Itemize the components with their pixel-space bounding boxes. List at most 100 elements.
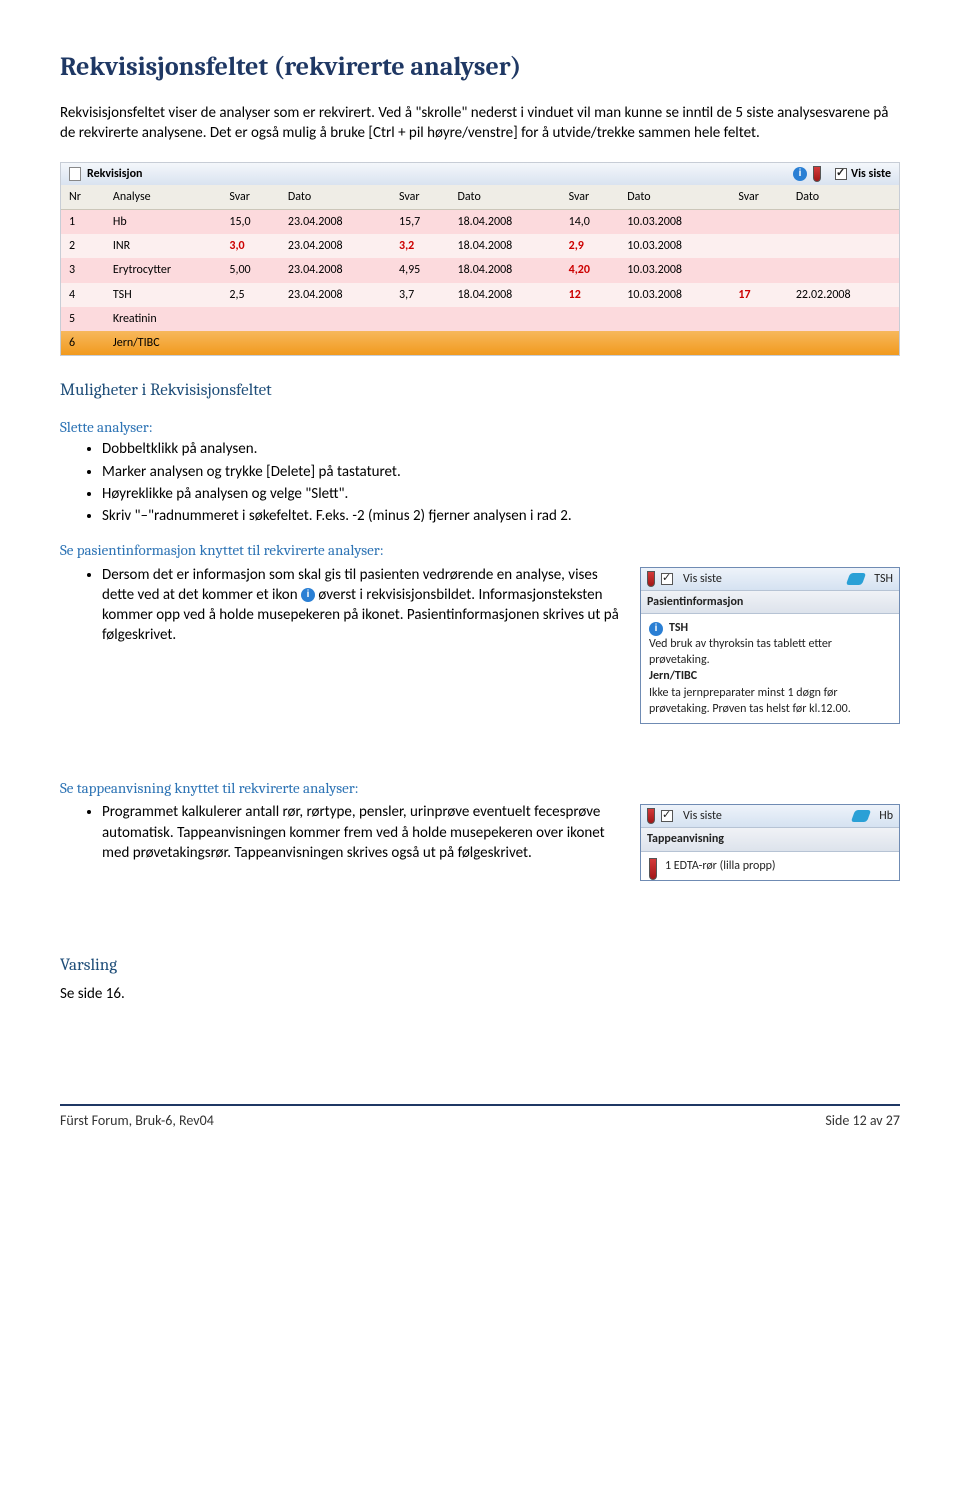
- muligheter-heading: Muligheter i Rekvisisjonsfeltet: [60, 380, 900, 403]
- rekvisisjon-table: NrAnalyseSvarDatoSvarDatoSvarDatoSvarDat…: [61, 185, 899, 355]
- table-cell: 15,0: [221, 209, 280, 234]
- vis-siste-checkbox[interactable]: [661, 810, 673, 822]
- table-cell: Jern/TIBC: [105, 331, 221, 355]
- callout-body-text: Ikke ta jernpreparater minst 1 døgn før …: [649, 686, 851, 716]
- table-row[interactable]: 4TSH2,523.04.20083,718.04.20081210.03.20…: [61, 283, 899, 307]
- table-cell: 18.04.2008: [450, 283, 561, 307]
- footer-left: Fürst Forum, Bruk-6, Rev04: [60, 1112, 214, 1131]
- table-row[interactable]: 2INR3,023.04.20083,218.04.20082,910.03.2…: [61, 234, 899, 258]
- table-cell: 15,7: [391, 209, 450, 234]
- callout-title: Tappeanvisning: [641, 828, 899, 851]
- intro-paragraph: Rekvisisjonsfeltet viser de analyser som…: [60, 103, 900, 144]
- table-cell: 18.04.2008: [450, 209, 561, 234]
- slette-list: Dobbeltklikk på analysen. Marker analysen…: [60, 439, 900, 526]
- table-cell: 5: [61, 307, 105, 331]
- table-cell: 12: [561, 283, 620, 307]
- table-cell: 3,2: [391, 234, 450, 258]
- footer-right: Side 12 av 27: [825, 1112, 900, 1131]
- tube-icon[interactable]: [813, 166, 821, 182]
- tube-icon: [647, 571, 655, 587]
- table-cell: Erytrocytter: [105, 258, 221, 282]
- info-icon: i: [649, 622, 663, 636]
- list-item: Programmet kalkulerer antall rør, rørtyp…: [102, 802, 624, 863]
- tappe-heading: Se tappeanvisning knyttet til rekvirerte…: [60, 778, 900, 798]
- vis-siste-label: Vis siste: [683, 571, 722, 587]
- list-item: Marker analysen og trykke [Delete] på ta…: [102, 462, 900, 482]
- column-header: Svar: [561, 185, 620, 210]
- table-row[interactable]: 3Erytrocytter5,0023.04.20084,9518.04.200…: [61, 258, 899, 282]
- column-header: Analyse: [105, 185, 221, 210]
- callout-title: Pasientinformasjon: [641, 591, 899, 614]
- table-cell: 18.04.2008: [450, 258, 561, 282]
- table-cell: 18.04.2008: [450, 234, 561, 258]
- callout-tag: Hb: [879, 808, 893, 824]
- table-cell: [788, 258, 899, 282]
- list-item: Skriv "–"radnummeret i søkefeltet. F.eks…: [102, 506, 900, 526]
- column-header: Dato: [788, 185, 899, 210]
- table-cell: 22.02.2008: [788, 283, 899, 307]
- table-cell: [730, 209, 787, 234]
- list-item: Høyreklikke på analysen og velge "Slett"…: [102, 484, 900, 504]
- table-cell: 23.04.2008: [280, 209, 391, 234]
- table-cell: [730, 307, 787, 331]
- table-cell: 23.04.2008: [280, 234, 391, 258]
- table-cell: [391, 307, 450, 331]
- column-header: Svar: [730, 185, 787, 210]
- tag-icon: [846, 573, 866, 585]
- table-cell: [730, 331, 787, 355]
- table-cell: TSH: [105, 283, 221, 307]
- table-cell: 3,7: [391, 283, 450, 307]
- table-row[interactable]: 6Jern/TIBC: [61, 331, 899, 355]
- callout-body: i TSH Ved bruk av thyroksin tas tablett …: [641, 614, 899, 723]
- table-row[interactable]: 1Hb15,023.04.200815,718.04.200814,010.03…: [61, 209, 899, 234]
- table-cell: [561, 331, 620, 355]
- varsling-heading: Varsling: [60, 955, 900, 978]
- info-icon[interactable]: i: [793, 167, 807, 181]
- table-cell: 23.04.2008: [280, 283, 391, 307]
- table-cell: 10.03.2008: [619, 234, 730, 258]
- table-cell: [730, 258, 787, 282]
- column-header: Dato: [280, 185, 391, 210]
- table-row[interactable]: 5Kreatinin: [61, 307, 899, 331]
- pasientinfo-callout: Vis siste TSH Pasientinformasjon i TSH V…: [640, 567, 900, 725]
- rekvisisjon-panel: Rekvisisjon i Vis siste NrAnalyseSvarDat…: [60, 162, 900, 357]
- table-cell: 1: [61, 209, 105, 234]
- callout-body-text: 1 EDTA-rør (lilla propp): [665, 859, 776, 873]
- table-cell: 2,5: [221, 283, 280, 307]
- callout-tag: TSH: [874, 571, 893, 587]
- callout-body-title: TSH: [669, 621, 688, 635]
- table-cell: 10.03.2008: [619, 209, 730, 234]
- info-icon: i: [301, 588, 315, 602]
- tappe-list: Programmet kalkulerer antall rør, rørtyp…: [60, 802, 624, 863]
- table-cell: 10.03.2008: [619, 258, 730, 282]
- table-cell: 5,00: [221, 258, 280, 282]
- table-cell: [221, 331, 280, 355]
- table-cell: 23.04.2008: [280, 258, 391, 282]
- list-item: Dobbeltklikk på analysen.: [102, 439, 900, 459]
- column-header: Dato: [619, 185, 730, 210]
- table-cell: 17: [730, 283, 787, 307]
- page-footer: Fürst Forum, Bruk-6, Rev04 Side 12 av 27: [60, 1104, 900, 1131]
- document-icon: [69, 167, 81, 181]
- table-cell: [561, 307, 620, 331]
- panel-title: Rekvisisjon: [87, 166, 142, 182]
- page-title: Rekvisisjonsfeltet (rekvirerte analyser): [60, 50, 900, 85]
- vis-siste-checkbox[interactable]: [835, 168, 847, 180]
- table-cell: Hb: [105, 209, 221, 234]
- pasientinfo-heading: Se pasientinformasjon knyttet til rekvir…: [60, 540, 900, 560]
- table-cell: [619, 331, 730, 355]
- vis-siste-label: Vis siste: [683, 808, 722, 824]
- slette-heading: Slette analyser:: [60, 417, 900, 437]
- tube-icon: [649, 858, 657, 880]
- column-header: Svar: [391, 185, 450, 210]
- table-cell: [788, 209, 899, 234]
- vis-siste-checkbox[interactable]: [661, 573, 673, 585]
- tag-icon: [851, 810, 871, 822]
- table-cell: 2: [61, 234, 105, 258]
- table-cell: 6: [61, 331, 105, 355]
- callout-body-subtitle: Jern/TIBC: [649, 669, 697, 683]
- table-cell: [221, 307, 280, 331]
- table-cell: 4,20: [561, 258, 620, 282]
- table-cell: INR: [105, 234, 221, 258]
- table-cell: [788, 331, 899, 355]
